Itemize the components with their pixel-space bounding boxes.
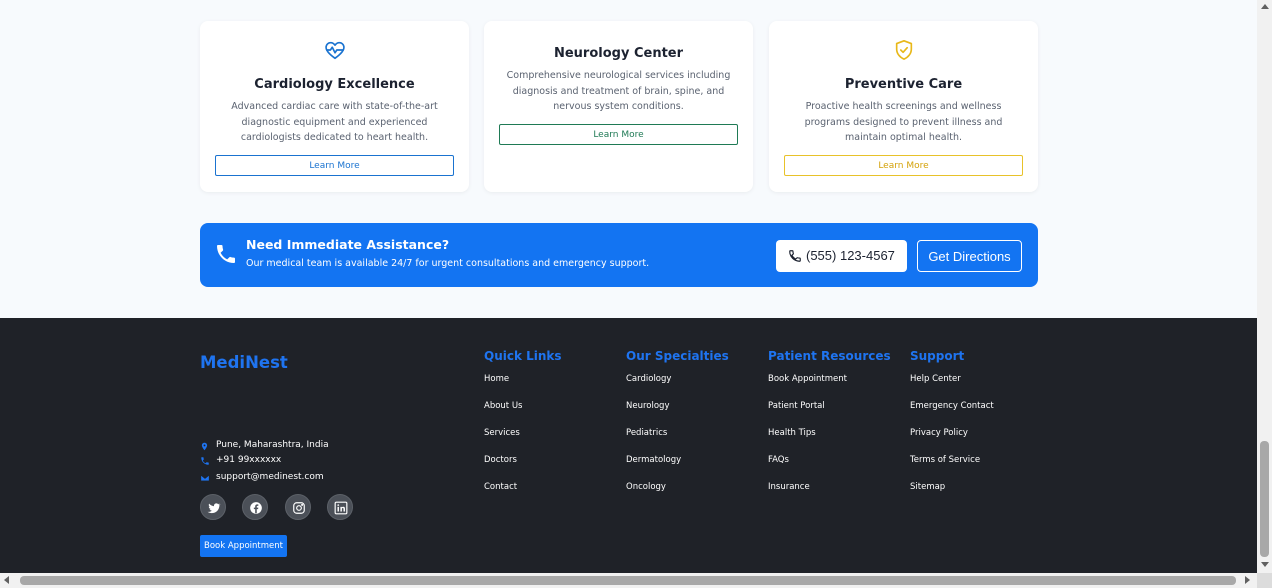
horizontal-scroll-thumb[interactable] — [20, 576, 1236, 585]
envelope-icon — [200, 474, 210, 482]
scroll-left-arrow-icon[interactable] — [4, 576, 9, 584]
assistance-banner: Need Immediate Assistance? Our medical t… — [200, 223, 1038, 287]
footer-link[interactable]: About Us — [484, 400, 562, 427]
service-description: Proactive health screenings and wellness… — [804, 101, 1003, 143]
learn-more-preventive-button[interactable]: Learn More — [784, 155, 1023, 176]
footer-link[interactable]: Emergency Contact — [910, 400, 994, 427]
service-title: Neurology Center — [553, 46, 684, 61]
footer-link[interactable]: Services — [484, 427, 562, 454]
footer-link[interactable]: Oncology — [626, 481, 729, 508]
site-footer: MediNest Pune, Maharashtra, India +91 99… — [0, 318, 1257, 573]
footer-link[interactable]: Help Center — [910, 373, 994, 400]
assistance-title: Need Immediate Assistance? — [246, 237, 450, 252]
phone-outline-icon — [789, 250, 801, 262]
contact-phone-text: +91 99xxxxxx — [216, 455, 282, 465]
service-description: Comprehensive neurological services incl… — [506, 70, 731, 112]
footer-brand[interactable]: MediNest — [200, 353, 288, 372]
heart-pulse-icon — [324, 41, 345, 60]
phone-icon — [201, 457, 209, 465]
footer-link[interactable]: Privacy Policy — [910, 427, 994, 454]
footer-column-title: Quick Links — [484, 349, 562, 363]
scrollbar-corner — [1257, 573, 1272, 588]
service-card-neurology: Neurology Center Comprehensive neurologi… — [484, 21, 753, 192]
footer-link[interactable]: Book Appointment — [768, 373, 891, 400]
contact-email-text[interactable]: support@medinest.com — [216, 472, 324, 482]
facebook-icon — [250, 502, 262, 514]
linkedin-button[interactable] — [327, 494, 353, 520]
footer-link-list: Cardiology Neurology Pediatrics Dermatol… — [626, 373, 729, 508]
shield-check-icon — [895, 40, 912, 60]
footer-link[interactable]: Home — [484, 373, 562, 400]
scroll-down-arrow-icon[interactable] — [1261, 562, 1269, 567]
learn-more-cardiology-button[interactable]: Learn More — [215, 155, 454, 176]
vertical-scrollbar[interactable] — [1257, 0, 1272, 573]
footer-link[interactable]: Sitemap — [910, 481, 994, 508]
twitter-button[interactable] — [200, 494, 226, 520]
service-description: Advanced cardiac care with state-of-the-… — [231, 101, 438, 143]
footer-link[interactable]: FAQs — [768, 454, 891, 481]
footer-link[interactable]: Health Tips — [768, 427, 891, 454]
footer-link-list: Home About Us Services Doctors Contact — [484, 373, 562, 508]
linkedin-icon — [334, 501, 348, 515]
footer-link[interactable]: Cardiology — [626, 373, 729, 400]
footer-column-specialties: Our Specialties Cardiology Neurology Ped… — [626, 348, 729, 508]
horizontal-scrollbar[interactable] — [0, 573, 1257, 588]
assistance-subtitle: Our medical team is available 24/7 for u… — [246, 258, 650, 269]
footer-link-list: Book Appointment Patient Portal Health T… — [768, 373, 891, 508]
footer-link[interactable]: Dermatology — [626, 454, 729, 481]
phone-icon — [217, 245, 235, 263]
footer-link[interactable]: Neurology — [626, 400, 729, 427]
vertical-scroll-thumb[interactable] — [1260, 441, 1269, 557]
footer-column-title: Support — [910, 349, 965, 363]
footer-link[interactable]: Doctors — [484, 454, 562, 481]
footer-column-quick-links: Quick Links Home About Us Services Docto… — [484, 348, 562, 508]
footer-column-title: Patient Resources — [768, 349, 891, 363]
footer-column-support: Support Help Center Emergency Contact Pr… — [910, 348, 994, 508]
scroll-up-arrow-icon[interactable] — [1261, 4, 1269, 9]
footer-link[interactable]: Patient Portal — [768, 400, 891, 427]
facebook-button[interactable] — [242, 494, 268, 520]
footer-column-patient-resources: Patient Resources Book Appointment Patie… — [768, 348, 891, 508]
book-appointment-button[interactable]: Book Appointment — [200, 535, 287, 557]
footer-link[interactable]: Terms of Service — [910, 454, 994, 481]
service-card-cardiology: Cardiology Excellence Advanced cardiac c… — [200, 21, 469, 192]
footer-column-title: Our Specialties — [626, 349, 729, 363]
footer-link[interactable]: Pediatrics — [626, 427, 729, 454]
page-viewport: Cardiology Excellence Advanced cardiac c… — [0, 0, 1257, 573]
footer-link[interactable]: Insurance — [768, 481, 891, 508]
call-phone-button[interactable]: (555) 123-4567 — [776, 240, 907, 272]
learn-more-neurology-button[interactable]: Learn More — [499, 124, 738, 145]
footer-link-list: Help Center Emergency Contact Privacy Po… — [910, 373, 994, 508]
instagram-icon — [293, 502, 305, 514]
services-section: Cardiology Excellence Advanced cardiac c… — [200, 21, 1038, 192]
service-title: Preventive Care — [844, 77, 963, 92]
contact-address-text: Pune, Maharashtra, India — [216, 440, 329, 450]
service-card-preventive: Preventive Care Proactive health screeni… — [769, 21, 1038, 192]
get-directions-button[interactable]: Get Directions — [917, 240, 1022, 272]
service-title: Cardiology Excellence — [254, 77, 415, 92]
scroll-right-arrow-icon[interactable] — [1245, 576, 1250, 584]
location-pin-icon — [201, 442, 208, 451]
phone-number-label: (555) 123-4567 — [806, 248, 895, 263]
twitter-icon — [207, 503, 221, 514]
instagram-button[interactable] — [285, 494, 311, 520]
footer-link[interactable]: Contact — [484, 481, 562, 508]
